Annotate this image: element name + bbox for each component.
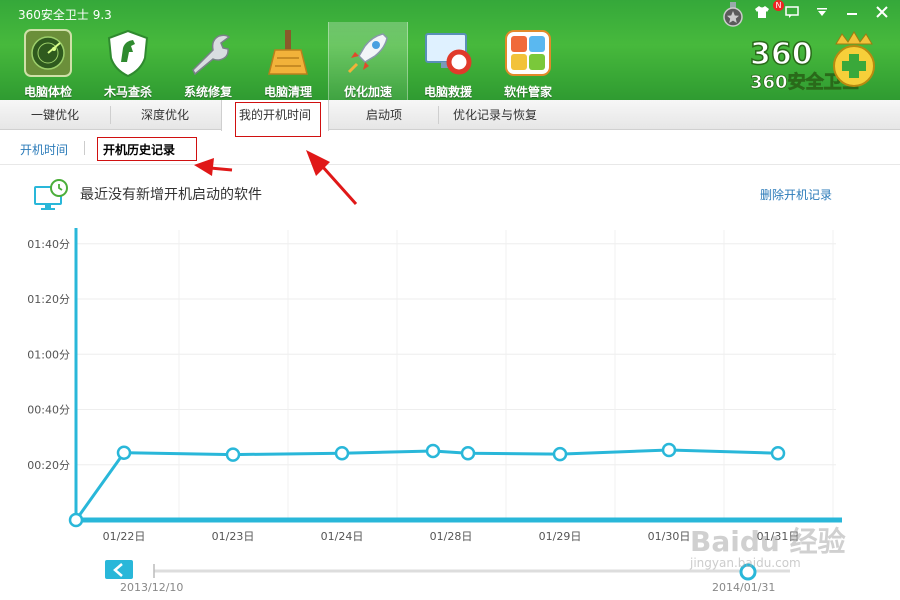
chart-grid xyxy=(76,230,836,520)
y-axis: 01:40分 01:20分 01:00分 00:40分 00:20分 xyxy=(27,228,78,520)
x-tick-label: 01/30日 xyxy=(648,530,691,543)
arrow-left-icon xyxy=(194,158,233,176)
slider-start-label: 2013/12/10 xyxy=(120,581,183,594)
data-point[interactable] xyxy=(661,442,677,458)
x-tick-label: 01/29日 xyxy=(539,530,582,543)
data-point[interactable] xyxy=(460,445,476,461)
y-tick-label: 00:40分 xyxy=(27,404,70,417)
data-point[interactable] xyxy=(225,447,241,462)
watermark-url: jingyan.baidu.com xyxy=(690,556,801,570)
y-tick-label: 01:40分 xyxy=(27,238,70,251)
data-point[interactable] xyxy=(425,443,441,459)
date-range-slider[interactable]: 2013/12/10 2014/01/31 xyxy=(105,560,790,594)
x-tick-label: 01/28日 xyxy=(430,530,473,543)
data-point[interactable] xyxy=(68,512,84,528)
x-tick-label: 01/23日 xyxy=(212,530,255,543)
data-point[interactable] xyxy=(116,445,132,460)
chart-series xyxy=(68,442,786,528)
slider-end-label: 2014/01/31 xyxy=(712,581,775,594)
series-line xyxy=(74,448,779,521)
info-message: 最近没有新增开机启动的软件 xyxy=(80,187,262,203)
data-point[interactable] xyxy=(770,445,786,461)
y-tick-label: 00:20分 xyxy=(27,459,70,472)
data-point[interactable] xyxy=(552,446,568,462)
monitor-clock-icon xyxy=(34,179,68,210)
data-point[interactable] xyxy=(334,445,350,461)
arrow-up-left-icon xyxy=(306,150,358,206)
x-tick-label: 01/22日 xyxy=(103,530,146,543)
x-tick-label: 01/24日 xyxy=(321,530,364,543)
delete-records-link[interactable]: 删除开机记录 xyxy=(760,186,832,203)
y-tick-label: 01:00分 xyxy=(27,348,70,361)
watermark: Baidu 经验 xyxy=(690,525,846,558)
y-tick-label: 01:20分 xyxy=(27,293,70,306)
prev-range-button[interactable] xyxy=(105,560,133,579)
